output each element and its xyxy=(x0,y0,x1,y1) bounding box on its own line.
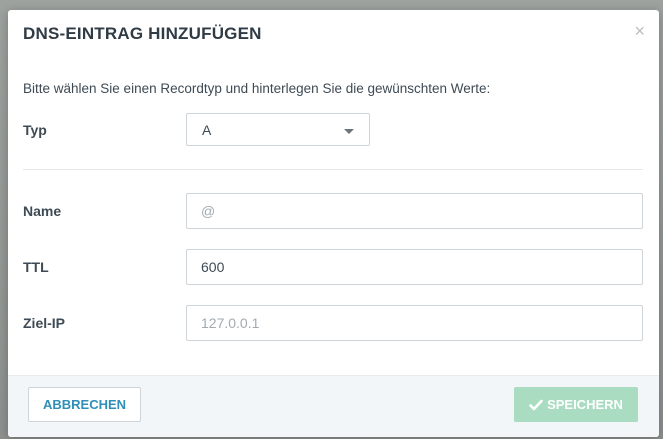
save-button-label: SPEICHERN xyxy=(547,397,623,412)
check-icon xyxy=(529,399,543,410)
type-label: Typ xyxy=(23,122,47,138)
dialog-title: DNS-EINTRAG HINZUFÜGEN xyxy=(23,24,262,43)
ttl-label: TTL xyxy=(23,259,49,275)
cancel-button[interactable]: ABBRECHEN xyxy=(28,387,141,422)
divider xyxy=(23,169,643,170)
ttl-input[interactable] xyxy=(186,249,643,285)
chevron-down-icon xyxy=(344,129,354,134)
dialog-footer: ABBRECHEN SPEICHERN xyxy=(8,375,659,437)
name-input[interactable] xyxy=(186,193,643,229)
save-button[interactable]: SPEICHERN xyxy=(514,387,638,422)
add-dns-record-dialog: DNS-EINTRAG HINZUFÜGEN × Bitte wählen Si… xyxy=(8,10,659,437)
close-icon[interactable]: × xyxy=(634,22,645,40)
target-ip-input[interactable] xyxy=(186,305,643,341)
dialog-header: DNS-EINTRAG HINZUFÜGEN × xyxy=(8,10,659,60)
name-label: Name xyxy=(23,203,62,219)
record-type-select[interactable]: A xyxy=(186,113,370,146)
dialog-intro-text: Bitte wählen Sie einen Recordtyp und hin… xyxy=(23,81,491,96)
record-type-value: A xyxy=(202,122,212,138)
target-ip-label: Ziel-IP xyxy=(23,315,66,331)
